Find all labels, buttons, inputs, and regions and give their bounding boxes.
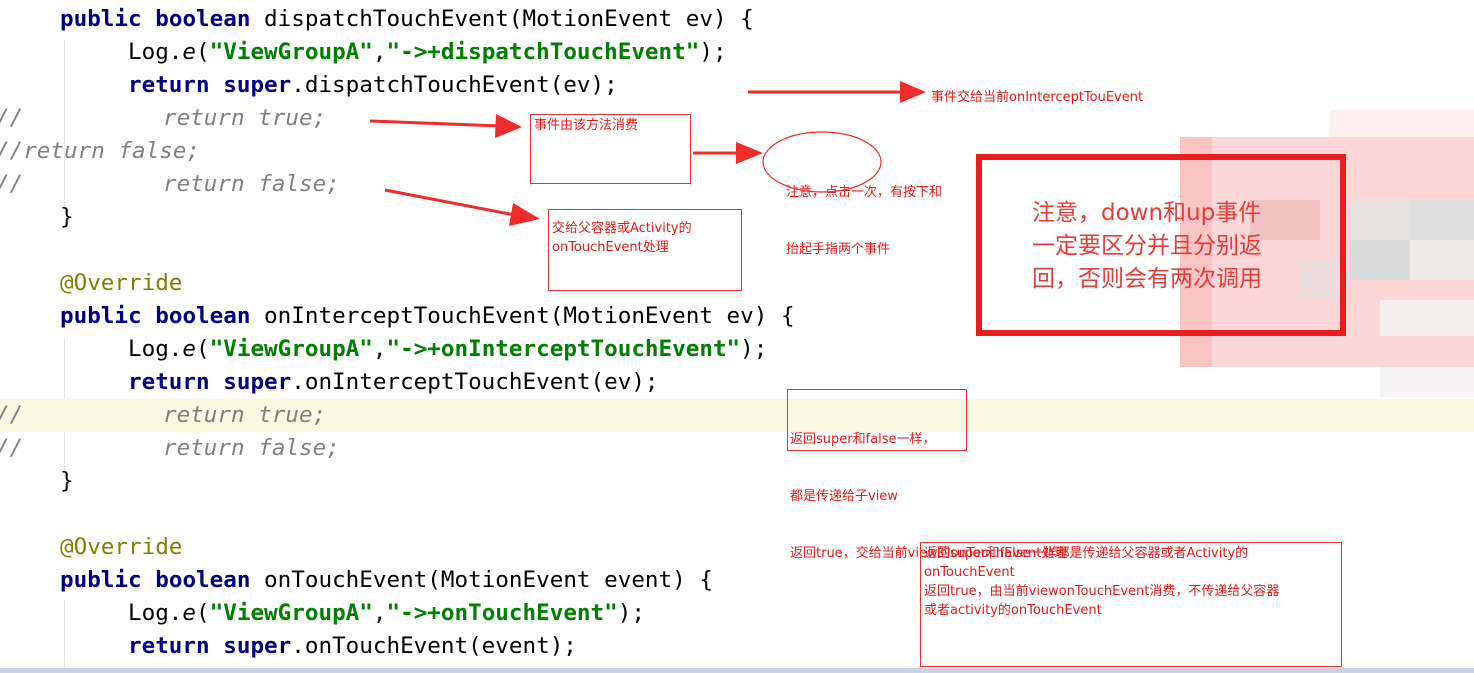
arrow-dispatch-note [693, 142, 763, 164]
annotation-arrows [369, 81, 926, 226]
arrow-dispatch-super [748, 81, 926, 103]
arrow-dispatch-false [384, 188, 540, 226]
note-ellipse [762, 131, 882, 193]
editor-bottom-bar [0, 668, 1474, 673]
arrow-dispatch-true [369, 114, 522, 138]
